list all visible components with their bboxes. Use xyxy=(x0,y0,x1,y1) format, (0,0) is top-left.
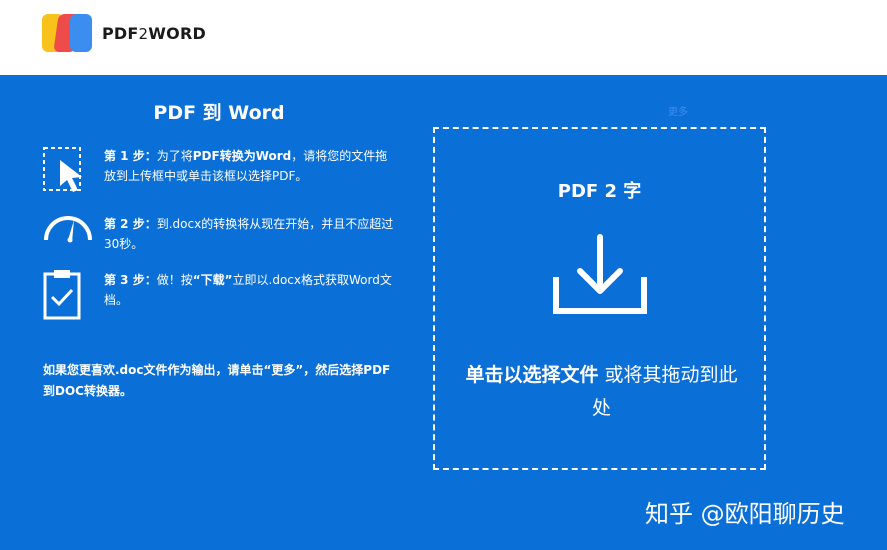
step-2: 第 2 步：到.docx的转换将从现在开始，并且不应超过30秒。 xyxy=(42,214,394,266)
top-header: PDF2WORD xyxy=(0,0,887,75)
step-2-text: 第 2 步：到.docx的转换将从现在开始，并且不应超过30秒。 xyxy=(104,217,394,251)
dropzone-title: PDF 2 字 xyxy=(557,181,642,202)
more-link[interactable]: 更多 xyxy=(668,103,688,118)
step-3-text: 第 3 步：做！按“下载”立即以.docx格式获取Word文档。 xyxy=(104,273,392,307)
upload-dropzone[interactable]: PDF 2 字 单击以选择文件 或将其拖动到此处 xyxy=(433,127,766,470)
zhihu-watermark: 知乎 @欧阳聊历史 xyxy=(645,500,845,528)
page-title: PDF 到 Word xyxy=(153,102,285,124)
dropzone-instruction: 单击以选择文件 或将其拖动到此处 xyxy=(465,364,738,419)
clipboard-check-icon xyxy=(43,270,81,320)
step-1: 第 1 步：为了将PDF转换为Word，请将您的文件拖放到上传框中或单击该框以选… xyxy=(42,146,394,198)
step-1-text: 第 1 步：为了将PDF转换为Word，请将您的文件拖放到上传框中或单击该框以选… xyxy=(104,149,388,183)
cursor-select-icon xyxy=(43,147,82,192)
step-3: 第 3 步：做！按“下载”立即以.docx格式获取Word文档。 xyxy=(42,270,394,322)
speedometer-icon xyxy=(44,216,92,243)
doc-format-note: 如果您更喜欢.doc文件作为输出，请单击“更多”，然后选择PDF到DOC转换器。 xyxy=(43,363,391,398)
logo-text: PDF2WORD xyxy=(102,23,206,43)
download-icon xyxy=(553,234,647,314)
logo-icon xyxy=(42,14,94,52)
pdf2word-logo[interactable]: PDF2WORD xyxy=(42,14,206,52)
